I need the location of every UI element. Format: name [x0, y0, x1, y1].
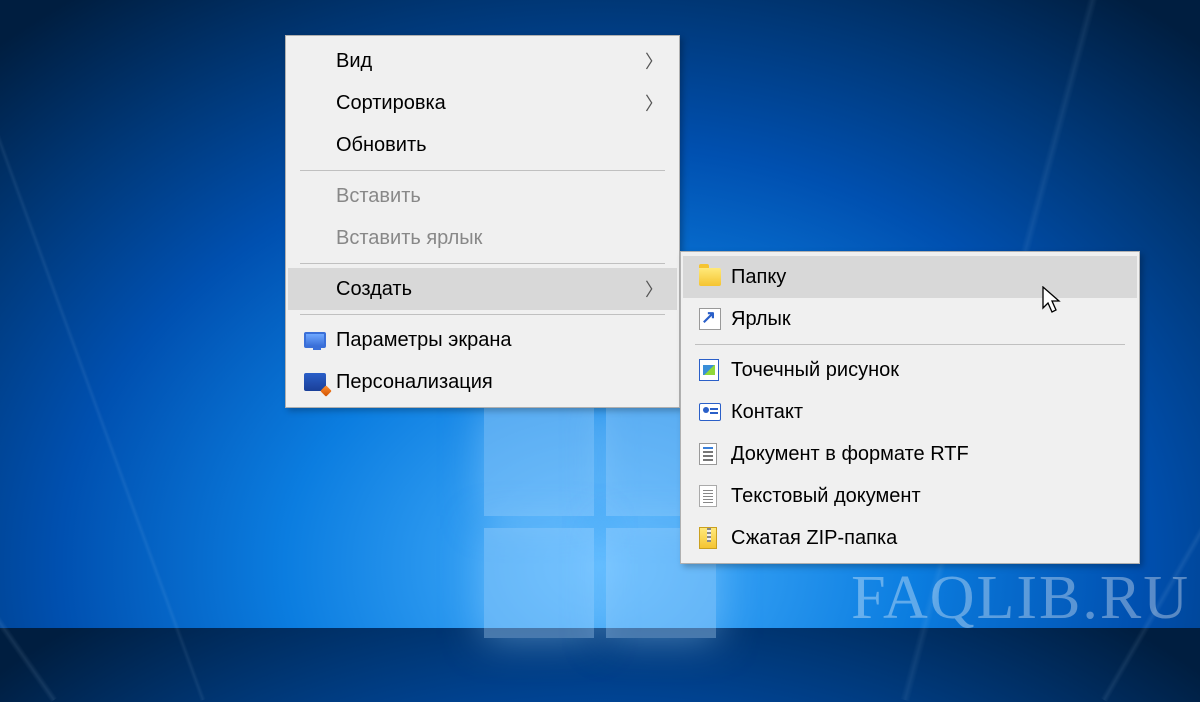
icon-slot — [304, 49, 336, 73]
menu-item-sort[interactable]: Сортировка 〉 — [288, 82, 677, 124]
menu-item-label: Сжатая ZIP-папка — [731, 527, 1123, 550]
icon-slot — [304, 133, 336, 157]
submenu-item-rtf[interactable]: Документ в формате RTF — [683, 433, 1137, 475]
icon-slot — [304, 277, 336, 301]
menu-item-label: Папку — [731, 266, 1123, 289]
menu-item-paste: Вставить — [288, 175, 677, 217]
chevron-right-icon: 〉 — [645, 48, 663, 74]
menu-item-view[interactable]: Вид 〉 — [288, 40, 677, 82]
menu-item-label: Вставить ярлык — [336, 227, 663, 250]
submenu-item-text[interactable]: Текстовый документ — [683, 475, 1137, 517]
contact-icon — [699, 403, 721, 421]
menu-item-label: Обновить — [336, 134, 663, 157]
menu-item-paste-shortcut: Вставить ярлык — [288, 217, 677, 259]
icon-slot — [304, 370, 336, 394]
shortcut-icon — [699, 308, 721, 330]
menu-item-label: Параметры экрана — [336, 329, 663, 352]
zip-icon — [699, 527, 717, 549]
desktop-context-menu: Вид 〉 Сортировка 〉 Обновить Вставить Вст… — [285, 35, 680, 408]
menu-item-label: Ярлык — [731, 308, 1123, 331]
menu-item-personalization[interactable]: Персонализация — [288, 361, 677, 403]
screen-icon — [304, 332, 326, 348]
submenu-item-bitmap[interactable]: Точечный рисунок — [683, 349, 1137, 391]
menu-item-label: Контакт — [731, 401, 1123, 424]
rtf-icon — [699, 443, 717, 465]
icon-slot — [304, 328, 336, 352]
icon-slot — [699, 307, 731, 331]
icon-slot — [699, 442, 731, 466]
menu-item-label: Сортировка — [336, 92, 645, 115]
icon-slot — [699, 400, 731, 424]
personalize-icon — [304, 373, 326, 391]
menu-separator — [300, 314, 665, 315]
bitmap-icon — [699, 359, 719, 381]
menu-item-label: Персонализация — [336, 371, 663, 394]
chevron-right-icon: 〉 — [645, 90, 663, 116]
light-ray — [0, 0, 57, 702]
menu-item-display-settings[interactable]: Параметры экрана — [288, 319, 677, 361]
menu-separator — [300, 263, 665, 264]
icon-slot — [699, 265, 731, 289]
folder-icon — [699, 268, 721, 286]
chevron-right-icon: 〉 — [645, 276, 663, 302]
icon-slot — [304, 226, 336, 250]
menu-item-label: Точечный рисунок — [731, 359, 1123, 382]
menu-item-label: Вид — [336, 50, 645, 73]
menu-item-label: Документ в формате RTF — [731, 443, 1123, 466]
submenu-item-shortcut[interactable]: Ярлык — [683, 298, 1137, 340]
light-ray — [0, 0, 206, 701]
icon-slot — [304, 184, 336, 208]
menu-separator — [695, 344, 1125, 345]
watermark-text: FAQLIB.RU — [851, 563, 1190, 634]
menu-item-label: Создать — [336, 278, 645, 301]
icon-slot — [699, 484, 731, 508]
icon-slot — [699, 358, 731, 382]
submenu-item-zip[interactable]: Сжатая ZIP-папка — [683, 517, 1137, 559]
icon-slot — [699, 526, 731, 550]
new-submenu: Папку Ярлык Точечный рисунок Контакт Док… — [680, 251, 1140, 564]
mouse-cursor-icon — [1042, 286, 1062, 314]
text-icon — [699, 485, 717, 507]
menu-item-refresh[interactable]: Обновить — [288, 124, 677, 166]
submenu-item-contact[interactable]: Контакт — [683, 391, 1137, 433]
menu-item-new[interactable]: Создать 〉 — [288, 268, 677, 310]
submenu-item-folder[interactable]: Папку — [683, 256, 1137, 298]
menu-separator — [300, 170, 665, 171]
menu-item-label: Текстовый документ — [731, 485, 1123, 508]
icon-slot — [304, 91, 336, 115]
menu-item-label: Вставить — [336, 185, 663, 208]
